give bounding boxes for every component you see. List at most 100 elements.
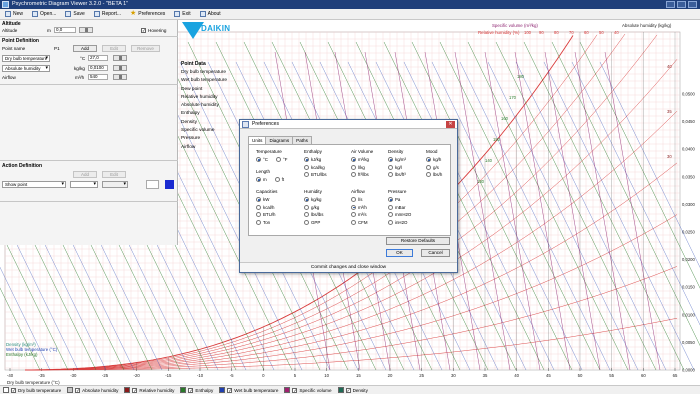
param2-slider[interactable] [113, 65, 127, 71]
param2-select[interactable]: Absolute humidity [2, 65, 50, 72]
x-tick-label: 25 [419, 373, 424, 378]
save-button[interactable]: Save [62, 10, 87, 19]
legend-absolute-humidity[interactable]: ✓ Absolute humidity [67, 387, 118, 393]
unit-group: Enthalpy kJ/kg kcal/kg BTU/lbs [304, 149, 327, 179]
point-data-item: Wet bulb temperature [181, 78, 228, 84]
action-type-select[interactable] [70, 181, 98, 188]
param1-input[interactable]: 27,0 [88, 55, 108, 61]
hovering-check-icon: ✓ [141, 28, 146, 33]
unit-radio-option[interactable]: m³/kg [351, 156, 373, 164]
edit-action-button[interactable]: Edit [102, 171, 126, 178]
remove-point-button[interactable]: Remove [131, 45, 160, 52]
unit-radio-option[interactable]: °C [256, 156, 268, 164]
unit-radio-option[interactable]: m³/h [351, 204, 368, 212]
legend-relative-humidity[interactable]: ✓ Relative humidity [124, 387, 174, 393]
unit-radio-option[interactable]: l/s [351, 196, 368, 204]
add-action-button[interactable]: Add [73, 171, 97, 178]
close-window-button[interactable] [688, 1, 697, 8]
radio-button-icon [304, 164, 309, 170]
altitude-slider[interactable] [79, 27, 93, 33]
new-button[interactable]: New [2, 10, 26, 19]
unit-radio-option[interactable]: Pa [388, 196, 411, 204]
new-document-icon [5, 11, 11, 17]
unit-radio-option[interactable]: l/kg [351, 164, 373, 172]
unit-radio-option[interactable]: kg/l [388, 164, 406, 172]
radio-button-icon [304, 204, 309, 210]
dialog-close-button[interactable]: ✕ [446, 121, 455, 128]
action-color-swatch[interactable] [146, 180, 159, 189]
legend-dry-bulb[interactable]: ✓ Dry bulb temperature [3, 387, 61, 393]
legend-specific-volume[interactable]: ✓ Specific volume [284, 387, 332, 393]
unit-radio-option[interactable]: kcal/h [256, 204, 277, 212]
legend-density[interactable]: ✓ Density [337, 387, 368, 393]
unit-radio-option[interactable]: m [256, 176, 267, 184]
action-target-select[interactable] [102, 181, 128, 188]
legend-enthalpy[interactable]: ✓ Enthalpy [180, 387, 213, 393]
divider [0, 201, 178, 202]
radio-button-icon [351, 172, 356, 178]
cancel-button[interactable]: Cancel [421, 249, 450, 257]
tab-units[interactable]: Units [248, 136, 267, 144]
legend-check-icon: ✓ [292, 387, 298, 393]
unit-radio-option[interactable]: kg/h [426, 156, 442, 164]
legend-wet-bulb[interactable]: ✓ Wet bulb temperature [219, 387, 278, 393]
unit-radio-option[interactable]: kg/kg [304, 196, 323, 204]
unit-radio-option[interactable]: BTU/lbs [304, 171, 327, 179]
unit-radio-option[interactable]: kg/m³ [388, 156, 406, 164]
unit-radio-option[interactable]: kJ/kg [304, 156, 327, 164]
unit-radio-option[interactable]: mBar [388, 204, 411, 212]
edit-point-button[interactable]: Edit [102, 45, 126, 52]
action-color-picker[interactable] [165, 180, 174, 189]
airflow-slider[interactable] [113, 74, 127, 80]
x-tick-label: 55 [609, 373, 614, 378]
exit-button[interactable]: Exit [171, 10, 193, 19]
unit-radio-option[interactable]: mmH2O [388, 211, 411, 219]
unit-radio-option[interactable]: lbs/lbs [304, 211, 323, 219]
y-tick-label: 0,0500 [682, 92, 695, 97]
unit-radio-option[interactable]: kW [256, 196, 277, 204]
altitude-section-title: Altitude [2, 21, 21, 27]
unit-option-label: CFM [358, 219, 368, 225]
rh-curve-label: 80 [554, 30, 559, 35]
unit-radio-option[interactable]: g/kg [304, 204, 323, 212]
unit-radio-option[interactable]: CFM [351, 219, 368, 227]
airflow-input[interactable]: 540 [88, 74, 108, 80]
ok-button[interactable]: OK [386, 249, 413, 257]
left-panel: Altitude Altitude m 0,0 ✓ Hovering Point … [0, 20, 178, 245]
unit-radio-option[interactable]: m³/s [351, 211, 368, 219]
unit-option-label: Ton [263, 219, 271, 225]
x-tick-label: -5 [230, 373, 234, 378]
point-name-value[interactable]: P1 [54, 46, 60, 51]
unit-radio-option[interactable]: g/s [426, 164, 442, 172]
restore-defaults-button[interactable]: Restore Defaults [386, 237, 450, 245]
minimize-button[interactable] [666, 1, 675, 8]
unit-radio-option[interactable]: lbs/ft³ [388, 171, 406, 179]
hovering-checkbox[interactable]: ✓ Hovering [141, 28, 166, 33]
unit-radio-option[interactable]: ft [274, 176, 284, 184]
add-point-button[interactable]: Add [73, 45, 97, 52]
report-button[interactable]: Report... [91, 10, 124, 19]
unit-radio-option[interactable]: lbs/h [426, 171, 442, 179]
tab-paths[interactable]: Paths [292, 136, 312, 144]
param2-input[interactable]: 0,0100 [88, 65, 108, 71]
param1-select[interactable]: Dry bulb temperature [2, 55, 50, 62]
unit-radio-option[interactable]: BTU/h [256, 211, 277, 219]
unit-radio-option[interactable]: inH2O [388, 219, 411, 227]
tab-diagrams[interactable]: Diagrams [265, 136, 294, 144]
unit-radio-option[interactable]: GPP [304, 219, 323, 227]
preferences-button[interactable]: ★ Preferences [127, 10, 168, 19]
radio-button-icon [256, 177, 261, 183]
radio-button-icon [304, 172, 309, 178]
param1-slider[interactable] [113, 55, 127, 61]
absolute-humidity-axis-title: Absolute humidity (kg/kg) [622, 23, 672, 28]
maximize-button[interactable] [677, 1, 686, 8]
open-button[interactable]: Open... [29, 10, 59, 19]
unit-radio-option[interactable]: kcal/kg [304, 164, 327, 172]
point-data-item: Absolute humidity [181, 103, 219, 109]
altitude-input[interactable]: 0,0 [54, 27, 76, 33]
unit-radio-option[interactable]: Ton [256, 219, 277, 227]
unit-radio-option[interactable]: ft³/lbs [351, 171, 373, 179]
about-button[interactable]: About [197, 10, 224, 19]
show-point-select[interactable]: Show point [2, 181, 66, 188]
unit-radio-option[interactable]: °F [275, 156, 287, 164]
